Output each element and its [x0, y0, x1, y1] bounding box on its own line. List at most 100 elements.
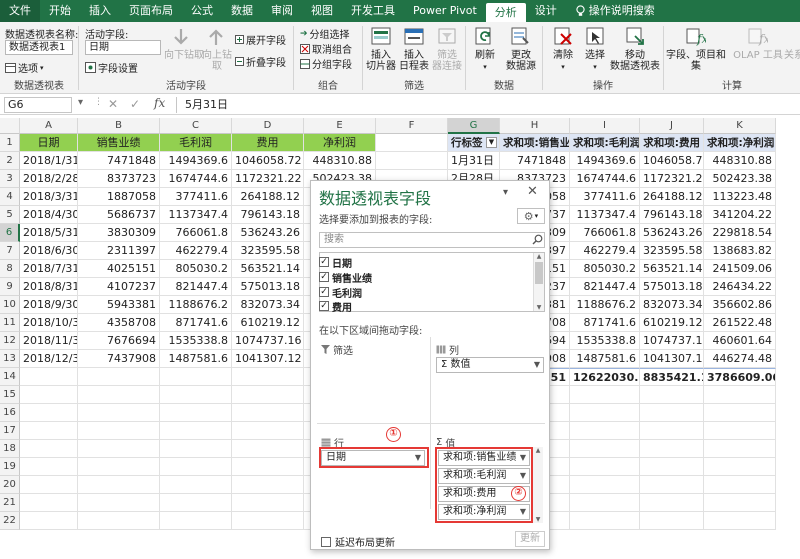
- cell[interactable]: 1046058.72: [640, 152, 704, 170]
- cell[interactable]: [20, 494, 78, 512]
- column-header-h[interactable]: H: [500, 118, 570, 134]
- row-header-8[interactable]: 8: [0, 260, 20, 278]
- group-selection-button[interactable]: ➔ 分组选择: [300, 26, 350, 42]
- cell[interactable]: 2018/10/31: [20, 314, 78, 332]
- cell[interactable]: 求和项:费用: [640, 134, 704, 152]
- row-header-22[interactable]: 22: [0, 512, 20, 530]
- tab-analyze[interactable]: 分析: [485, 3, 526, 22]
- cell[interactable]: [232, 458, 304, 476]
- row-header-21[interactable]: 21: [0, 494, 20, 512]
- cell[interactable]: 766061.8: [570, 224, 640, 242]
- column-header-c[interactable]: C: [160, 118, 232, 134]
- cell[interactable]: 575013.18: [640, 278, 704, 296]
- cell[interactable]: 832073.34: [640, 296, 704, 314]
- cell[interactable]: 1188676.2: [160, 296, 232, 314]
- cell[interactable]: 2018/11/30: [20, 332, 78, 350]
- tab-home[interactable]: 开始: [40, 0, 80, 22]
- drill-down-button[interactable]: 向下钻取: [164, 50, 204, 61]
- cell[interactable]: [232, 368, 304, 386]
- tab-file[interactable]: 文件: [0, 0, 40, 22]
- cell[interactable]: 341204.22: [704, 206, 776, 224]
- cell[interactable]: 241509.06: [704, 260, 776, 278]
- cell[interactable]: 8835421.14: [640, 368, 704, 386]
- cell[interactable]: [160, 494, 232, 512]
- field-item-date[interactable]: ✓ 日期: [319, 255, 352, 270]
- tab-design[interactable]: 设计: [526, 0, 566, 22]
- field-list-scrollbar[interactable]: ▲ ▼: [533, 253, 544, 311]
- drill-up-button[interactable]: 向上钻 取: [201, 50, 233, 72]
- column-header-k[interactable]: K: [704, 118, 776, 134]
- tab-insert[interactable]: 插入: [80, 0, 120, 22]
- cell[interactable]: 246434.22: [704, 278, 776, 296]
- row-header-1[interactable]: 1: [0, 134, 20, 152]
- cell[interactable]: 日期: [20, 134, 78, 152]
- cell[interactable]: [160, 386, 232, 404]
- cell[interactable]: 1188676.2: [570, 296, 640, 314]
- cell[interactable]: [704, 404, 776, 422]
- cell[interactable]: 832073.34: [232, 296, 304, 314]
- pivot-name-input[interactable]: 数据透视表1: [5, 40, 73, 55]
- cell[interactable]: [570, 440, 640, 458]
- cell[interactable]: [704, 494, 776, 512]
- column-header-a[interactable]: A: [20, 118, 78, 134]
- cell[interactable]: [78, 368, 160, 386]
- cell[interactable]: 5686737: [78, 206, 160, 224]
- row-header-5[interactable]: 5: [0, 206, 20, 224]
- row-header-6[interactable]: 6: [0, 224, 20, 242]
- pane-options-icon[interactable]: ▾: [503, 187, 508, 198]
- cell[interactable]: [570, 386, 640, 404]
- cell[interactable]: 4025151: [78, 260, 160, 278]
- cell[interactable]: [20, 512, 78, 530]
- columns-area-item[interactable]: Σ 数值 ▼: [436, 357, 544, 373]
- cell[interactable]: 1535338.8: [570, 332, 640, 350]
- cell[interactable]: [640, 512, 704, 530]
- cell[interactable]: 4107237: [78, 278, 160, 296]
- cell[interactable]: 377411.6: [570, 188, 640, 206]
- cell[interactable]: 费用: [232, 134, 304, 152]
- cell[interactable]: 1674744.6: [570, 170, 640, 188]
- group-field-button[interactable]: 分组字段: [300, 56, 352, 71]
- cell[interactable]: 1041307.12: [232, 350, 304, 368]
- field-item-gross-profit[interactable]: ✓ 毛利润: [319, 285, 362, 300]
- row-header-16[interactable]: 16: [0, 404, 20, 422]
- cell[interactable]: [232, 494, 304, 512]
- cell[interactable]: 1172321.22: [232, 170, 304, 188]
- cell[interactable]: [570, 494, 640, 512]
- cell[interactable]: 2018/6/30: [20, 242, 78, 260]
- column-header-g[interactable]: G: [448, 118, 500, 134]
- cell[interactable]: 1074737.16: [640, 332, 704, 350]
- cell[interactable]: 796143.18: [640, 206, 704, 224]
- cell[interactable]: 563521.14: [232, 260, 304, 278]
- column-header-d[interactable]: D: [232, 118, 304, 134]
- cell[interactable]: 1487581.6: [160, 350, 232, 368]
- cell[interactable]: [232, 404, 304, 422]
- cell[interactable]: [640, 458, 704, 476]
- cell[interactable]: 1月31日: [448, 152, 500, 170]
- cell[interactable]: [20, 458, 78, 476]
- cell[interactable]: 毛利润: [160, 134, 232, 152]
- relations-button[interactable]: 关系: [782, 50, 800, 61]
- row-header-13[interactable]: 13: [0, 350, 20, 368]
- row-header-11[interactable]: 11: [0, 314, 20, 332]
- cell[interactable]: [20, 386, 78, 404]
- cell[interactable]: [640, 422, 704, 440]
- tell-me-search[interactable]: 操作说明搜索: [566, 0, 664, 22]
- cell[interactable]: 7471848: [500, 152, 570, 170]
- checkbox-checked[interactable]: ✓: [319, 272, 329, 282]
- values-scrollbar[interactable]: ▲ ▼: [533, 447, 543, 523]
- cell[interactable]: [570, 512, 640, 530]
- cell[interactable]: [704, 422, 776, 440]
- defer-update-toggle[interactable]: 延迟布局更新: [321, 534, 395, 549]
- cell[interactable]: [160, 422, 232, 440]
- expand-field-button[interactable]: 展开字段: [235, 32, 286, 47]
- cell[interactable]: [640, 386, 704, 404]
- cell[interactable]: 323595.58: [640, 242, 704, 260]
- cell[interactable]: [78, 476, 160, 494]
- row-header-18[interactable]: 18: [0, 440, 20, 458]
- move-pivot-button[interactable]: 移动 数据透视表: [607, 50, 663, 72]
- row-header-19[interactable]: 19: [0, 458, 20, 476]
- cell[interactable]: 323595.58: [232, 242, 304, 260]
- column-header-i[interactable]: I: [570, 118, 640, 134]
- cell[interactable]: 871741.6: [160, 314, 232, 332]
- cell[interactable]: 2018/7/31: [20, 260, 78, 278]
